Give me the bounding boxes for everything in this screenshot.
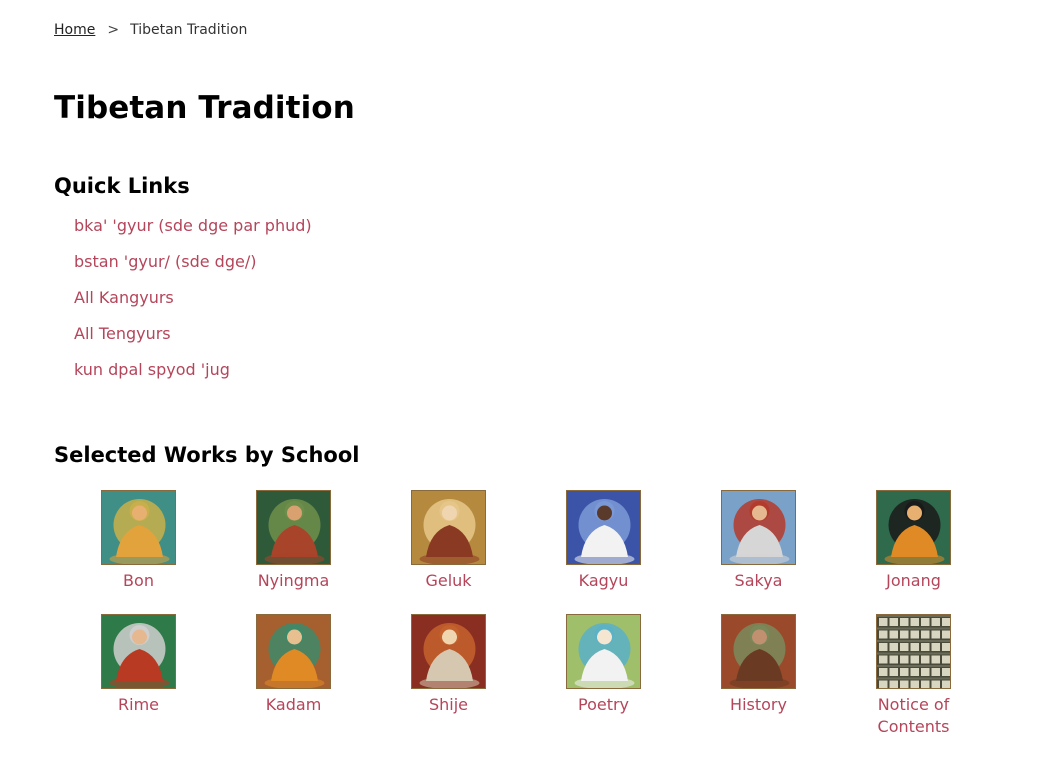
breadcrumb-separator: > [107, 22, 120, 38]
school-link-rime[interactable]: Rime [61, 614, 216, 738]
quick-link-item: bstan 'gyur/ (sde dge/) [74, 250, 312, 286]
thangka-shije-icon [411, 614, 486, 689]
quick-link-item: bka' 'gyur (sde dge par phud) [74, 214, 312, 250]
school-label: Geluk [425, 571, 472, 590]
quick-link-kun-dpal-spyod-jug[interactable]: kun dpal spyod 'jug [74, 360, 230, 379]
thangka-nyingma-icon [256, 490, 331, 565]
school-link-shije[interactable]: Shije [371, 614, 526, 738]
school-link-sakya[interactable]: Sakya [681, 490, 836, 614]
school-label: Kadam [265, 695, 322, 714]
thangka-jonang-icon [876, 490, 951, 565]
thangka-kadam-icon [256, 614, 331, 689]
thangka-rime-icon [101, 614, 176, 689]
breadcrumb-home-link[interactable]: Home [54, 22, 95, 38]
school-link-jonang[interactable]: Jonang [836, 490, 991, 614]
school-link-bon[interactable]: Bon [61, 490, 216, 614]
school-label: Shije [428, 695, 469, 714]
school-link-poetry[interactable]: Poetry [526, 614, 681, 738]
quick-link-derge-kangyur[interactable]: bka' 'gyur (sde dge par phud) [74, 216, 312, 235]
page-title: Tibetan Tradition [54, 90, 355, 126]
quick-link-all-kangyurs[interactable]: All Kangyurs [74, 288, 174, 307]
quick-links-heading: Quick Links [54, 174, 190, 198]
school-label: Poetry [577, 695, 630, 714]
selected-works-heading: Selected Works by School [54, 443, 360, 467]
thangka-history-icon [721, 614, 796, 689]
breadcrumb: Home > Tibetan Tradition [54, 20, 247, 40]
breadcrumb-current: Tibetan Tradition [130, 22, 248, 38]
school-link-notice-of-contents[interactable]: Notice of Contents [836, 614, 991, 738]
quick-link-item: All Kangyurs [74, 286, 312, 322]
school-label: Rime [118, 695, 159, 714]
school-link-geluk[interactable]: Geluk [371, 490, 526, 614]
thangka-bon-icon [101, 490, 176, 565]
quick-link-item: All Tengyurs [74, 322, 312, 358]
quick-link-derge-tengyur[interactable]: bstan 'gyur/ (sde dge/) [74, 252, 256, 271]
school-label: History [730, 695, 787, 714]
thangka-kagyu-icon [566, 490, 641, 565]
school-link-nyingma[interactable]: Nyingma [216, 490, 371, 614]
thangka-geluk-icon [411, 490, 486, 565]
thangka-sakya-icon [721, 490, 796, 565]
school-link-kadam[interactable]: Kadam [216, 614, 371, 738]
school-label: Notice of Contents [877, 695, 950, 736]
quick-links-list: bka' 'gyur (sde dge par phud) bstan 'gyu… [74, 214, 312, 394]
school-link-kagyu[interactable]: Kagyu [526, 490, 681, 614]
library-shelves-icon [876, 614, 951, 689]
school-label: Nyingma [257, 571, 330, 590]
school-link-history[interactable]: History [681, 614, 836, 738]
quick-link-all-tengyurs[interactable]: All Tengyurs [74, 324, 171, 343]
school-label: Jonang [886, 571, 941, 590]
page: Home > Tibetan Tradition Tibetan Tradition… [0, 0, 1058, 768]
quick-link-item: kun dpal spyod 'jug [74, 358, 312, 394]
school-label: Sakya [734, 571, 783, 590]
school-label: Bon [123, 571, 154, 590]
school-grid: Bon Nyingma Geluk Kagyu Sakya Jonang Rim… [61, 490, 991, 738]
school-label: Kagyu [578, 571, 629, 590]
thangka-poetry-icon [566, 614, 641, 689]
